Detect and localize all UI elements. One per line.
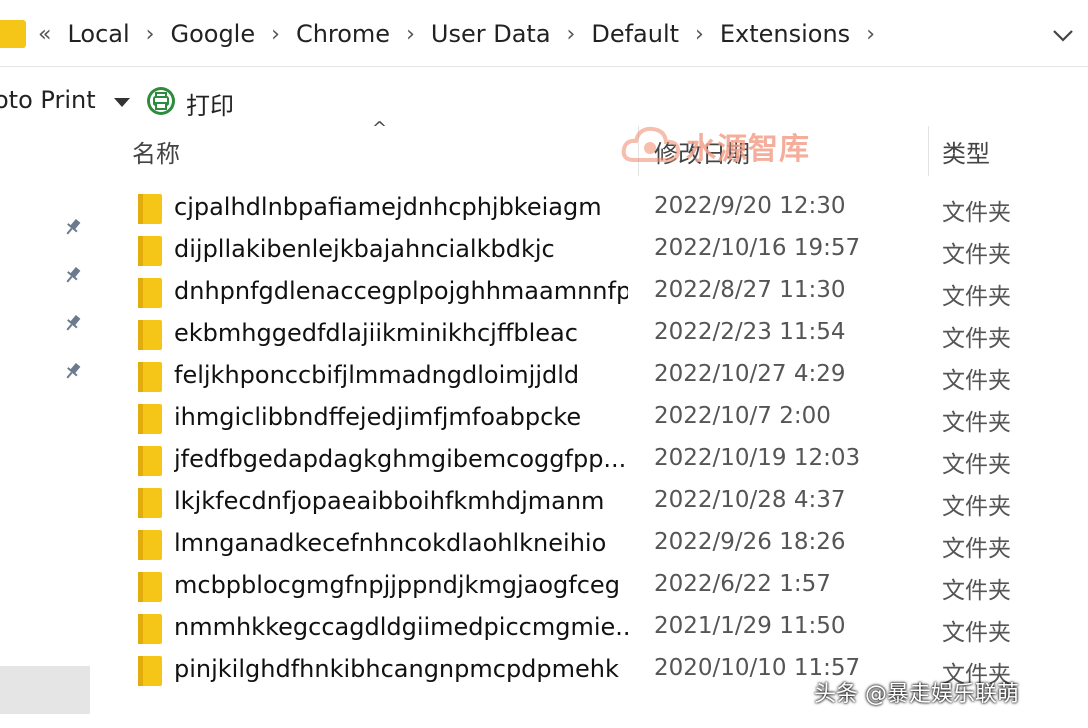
file-type: 文件夹	[942, 494, 1011, 520]
file-date-modified: 2022/10/19 12:03	[654, 445, 861, 471]
crumb-separator-icon[interactable]: ›	[695, 22, 704, 47]
source-credit: 头条 @暴走娱乐联萌	[814, 682, 1019, 707]
table-row[interactable]: cjpalhdlnbpafiamejdnhcphjbkeiagm 2022/9/…	[108, 188, 1088, 230]
column-type[interactable]: 类型	[942, 134, 990, 169]
table-row[interactable]: nmmhkkegccagdldgiimedpiccmgmie... 2021/1…	[108, 608, 1088, 650]
crumb-separator-icon[interactable]: ›	[567, 22, 576, 47]
file-type: 文件夹	[942, 242, 1011, 268]
chevron-down-icon[interactable]	[1048, 20, 1078, 50]
crumb-local[interactable]: Local	[67, 20, 129, 48]
table-row[interactable]: lmnganadkecefnhncokdlaohlkneihio 2022/9/…	[108, 524, 1088, 566]
folder-icon	[138, 404, 162, 434]
file-type: 文件夹	[942, 452, 1011, 478]
file-name: dijpllakibenlejkbajahncialkbdkjc	[174, 235, 555, 263]
table-row[interactable]: lkjkfecdnfjopaeaibboihfkmhdjmanm 2022/10…	[108, 482, 1088, 524]
folder-icon	[138, 194, 162, 224]
file-date-modified: 2022/10/27 4:29	[654, 361, 846, 387]
file-name: ekbmhggedfdlajiikminikhcjffbleac	[174, 319, 578, 347]
crumb-separator-icon[interactable]: ›	[271, 22, 280, 47]
file-name: lmnganadkecefnhncokdlaohlkneihio	[174, 529, 607, 557]
crumb-separator-icon[interactable]: ›	[866, 22, 875, 47]
sort-ascending-icon: ^	[372, 118, 388, 139]
file-type: 文件夹	[942, 578, 1011, 604]
table-row[interactable]: dijpllakibenlejkbajahncialkbdkjc 2022/10…	[108, 230, 1088, 272]
pin-icon[interactable]	[62, 216, 84, 238]
crumb-separator-icon[interactable]: ›	[146, 22, 155, 47]
file-name: jfedfbgedapdagkghmgibemcoggfpp...	[174, 445, 627, 473]
pin-icon[interactable]	[62, 264, 84, 286]
file-date-modified: 2022/8/27 11:30	[654, 277, 846, 303]
watermark-text: 水源智库	[686, 132, 810, 167]
navigation-pane	[0, 130, 108, 728]
folder-icon	[138, 320, 162, 350]
file-date-modified: 2022/6/22 1:57	[654, 571, 831, 597]
printer-icon[interactable]	[146, 86, 176, 116]
folder-icon	[138, 278, 162, 308]
crumb-default[interactable]: Default	[591, 20, 679, 48]
file-name: lkjkfecdnfjopaeaibboihfkmhdjmanm	[174, 487, 605, 515]
folder-icon	[138, 572, 162, 602]
photo-print-button[interactable]: oto Print	[0, 86, 96, 114]
address-bar[interactable]: « Local › Google › Chrome › User Data › …	[0, 0, 1088, 67]
file-date-modified: 2022/10/7 2:00	[654, 403, 831, 429]
table-row[interactable]: mcbpblocgmgfnpjjppndjkmgjaogfceg 2022/6/…	[108, 566, 1088, 608]
folder-icon	[138, 362, 162, 392]
file-date-modified: 2022/9/26 18:26	[654, 529, 846, 555]
column-name[interactable]: 名称	[132, 134, 180, 169]
crumb-user-data[interactable]: User Data	[431, 20, 551, 48]
overflow-crumbs-icon[interactable]: «	[38, 22, 51, 47]
file-name: mcbpblocgmgfnpjjppndjkmgjaogfceg	[174, 571, 620, 599]
table-row[interactable]: jfedfbgedapdagkghmgibemcoggfpp... 2022/1…	[108, 440, 1088, 482]
file-date-modified: 2022/10/28 4:37	[654, 487, 846, 513]
crumb-chrome[interactable]: Chrome	[296, 20, 390, 48]
file-type: 文件夹	[942, 620, 1011, 646]
column-divider[interactable]	[928, 126, 929, 176]
crumb-separator-icon[interactable]: ›	[406, 22, 415, 47]
scrollbar-thumb[interactable]	[0, 666, 90, 714]
file-name: pinjkilghdfhnkibhcangnpmcpdpmehk	[174, 655, 619, 683]
file-type: 文件夹	[942, 368, 1011, 394]
file-date-modified: 2022/2/23 11:54	[654, 319, 846, 345]
file-date-modified: 2022/10/16 19:57	[654, 235, 861, 261]
print-button[interactable]: 打印	[186, 86, 234, 121]
cloud-logo-icon	[621, 126, 681, 162]
folder-icon	[138, 236, 162, 266]
folder-icon	[0, 20, 26, 48]
file-type: 文件夹	[942, 326, 1011, 352]
file-name: feljkhponccbifjlmmadngdloimjjdld	[174, 361, 580, 389]
table-row[interactable]: ihmgiclibbndffejedjimfjmfoabpcke 2022/10…	[108, 398, 1088, 440]
file-date-modified: 2021/1/29 11:50	[654, 613, 846, 639]
file-type: 文件夹	[942, 410, 1011, 436]
file-name: dnhpnfgdlenaccegplpojghhmaamnnfp	[174, 277, 628, 305]
folder-icon	[138, 530, 162, 560]
file-list: cjpalhdlnbpafiamejdnhcphjbkeiagm 2022/9/…	[108, 188, 1088, 692]
file-date-modified: 2022/9/20 12:30	[654, 193, 846, 219]
file-name: nmmhkkegccagdldgiimedpiccmgmie...	[174, 613, 628, 641]
table-row[interactable]: ekbmhggedfdlajiikminikhcjffbleac 2022/2/…	[108, 314, 1088, 356]
file-name: ihmgiclibbndffejedjimfjmfoabpcke	[174, 403, 582, 431]
caret-down-icon[interactable]	[114, 98, 130, 107]
breadcrumb: « Local › Google › Chrome › User Data › …	[38, 14, 891, 54]
folder-icon	[138, 446, 162, 476]
crumb-google[interactable]: Google	[170, 20, 255, 48]
table-row[interactable]: feljkhponccbifjlmmadngdloimjjdld 2022/10…	[108, 356, 1088, 398]
folder-icon	[138, 656, 162, 686]
file-name: cjpalhdlnbpafiamejdnhcphjbkeiagm	[174, 193, 602, 221]
file-type: 文件夹	[942, 536, 1011, 562]
pin-icon[interactable]	[62, 360, 84, 382]
table-row[interactable]: dnhpnfgdlenaccegplpojghhmaamnnfp 2022/8/…	[108, 272, 1088, 314]
folder-icon	[138, 488, 162, 518]
crumb-extensions[interactable]: Extensions	[720, 20, 850, 48]
file-type: 文件夹	[942, 284, 1011, 310]
folder-icon	[138, 614, 162, 644]
pin-icon[interactable]	[62, 312, 84, 334]
file-type: 文件夹	[942, 200, 1011, 226]
column-header: ^ 名称 修改日期 类型	[108, 118, 1088, 176]
toolbar: oto Print 打印	[0, 74, 1088, 126]
